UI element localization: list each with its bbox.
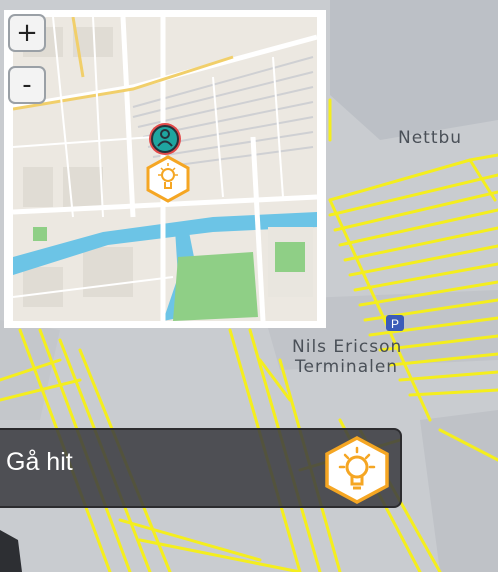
zoom-out-button[interactable]: - <box>8 66 46 104</box>
go-here-label: Gå hit <box>6 448 73 476</box>
minimap-map[interactable] <box>13 17 317 321</box>
lightbulb-marker-icon <box>146 155 190 203</box>
map-label-nettbus: Nettbu <box>398 128 463 148</box>
lightbulb-icon <box>325 436 389 504</box>
minimap-panel[interactable]: + - <box>4 10 326 328</box>
map-label-nils-ericson: Nils Ericson <box>292 337 403 357</box>
user-location-icon <box>149 123 181 155</box>
svg-text:P: P <box>391 317 399 331</box>
zoom-in-button[interactable]: + <box>8 14 46 52</box>
go-here-button[interactable]: Gå hit <box>0 428 402 508</box>
map-label-terminalen: Terminalen <box>295 357 399 377</box>
